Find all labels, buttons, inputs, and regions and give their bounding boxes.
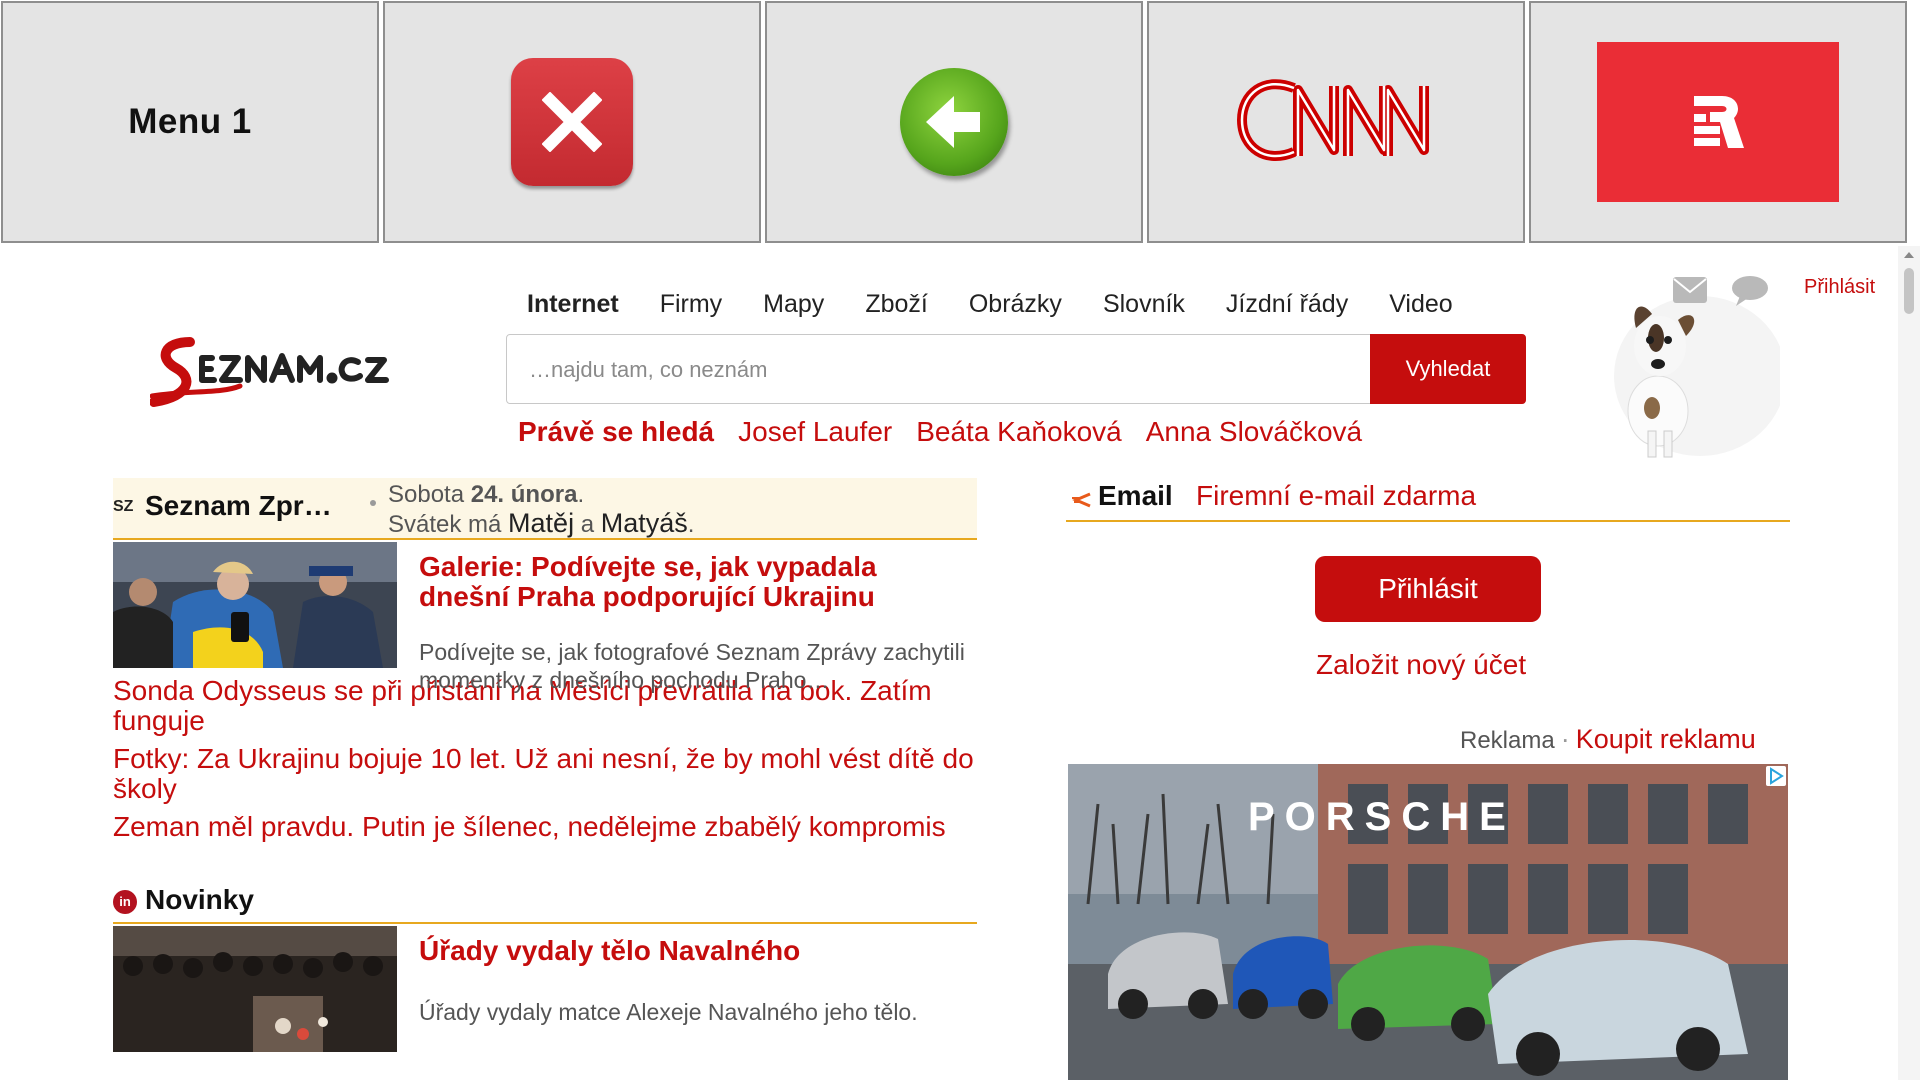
chat-bubble-icon[interactable] [1730,274,1770,313]
news-source-name[interactable]: Seznam Zpr… [145,490,332,522]
nav-item-jizdni-rady[interactable]: Jízdní řády [1226,290,1348,319]
news-headline-link[interactable]: Zeman měl pravdu. Putin je šílenec, nedě… [113,812,977,842]
back-tile[interactable] [765,1,1143,243]
create-account-link[interactable]: Založit nový účet [1316,649,1526,681]
date-nameday: Sobota 24. února. Svátek má Matěj a Maty… [388,480,694,539]
email-section-header: Email Firemní e-mail zdarma [1066,480,1790,522]
scroll-thumb[interactable] [1904,268,1914,314]
nav-item-zbozi[interactable]: Zboží [865,290,928,319]
novinky-article-description: Úřady vydaly matce Alexeje Navalného jeh… [419,999,918,1025]
seznam-homepage: Internet Firmy Mapy Zboží Obrázky Slovní… [0,246,1920,1080]
ct-tile[interactable] [1529,1,1907,243]
business-email-link[interactable]: Firemní e-mail zdarma [1196,480,1476,512]
nameday-name: Matěj [508,508,575,538]
nav-item-mapy[interactable]: Mapy [763,290,824,319]
trending-label: Právě se hledá [518,416,715,447]
mail-icon[interactable] [1672,276,1708,309]
featured-article-title[interactable]: Galerie: Podívejte se, jak vypadala dneš… [419,552,939,612]
trending-link[interactable]: Anna Slováčková [1146,416,1362,448]
novinky-icon: in [113,890,137,914]
email-login-button[interactable]: Přihlásit [1315,556,1541,622]
porsche-wordmark: PORSCHE [1248,795,1516,839]
seznam-logo[interactable] [149,336,468,413]
tile-bar: Menu 1 [0,0,1920,246]
separator-dot [370,500,376,506]
nameday-prefix: Svátek má [388,511,509,538]
date-prefix: Sobota [388,481,471,508]
search-box: Vyhledat [506,334,1526,405]
search-category-nav: Internet Firmy Mapy Zboží Obrázky Slovní… [527,290,1494,319]
date-value: 24. února [470,481,578,508]
menu-tile-label: Menu 1 [128,102,252,141]
porsche-ad-banner[interactable]: PORSCHE [1068,764,1788,1080]
email-arrow-icon [1070,492,1092,513]
novinky-featured-article[interactable]: Úřady vydaly tělo Navalného Úřady vydaly… [113,926,977,1052]
header-login-link[interactable]: Přihlásit [1804,276,1875,299]
menu-tile[interactable]: Menu 1 [1,1,379,243]
svg-text:PORSCHE: PORSCHE [1248,795,1516,839]
search-button[interactable]: Vyhledat [1370,334,1526,404]
novinky-source-name[interactable]: Novinky [145,884,254,916]
featured-article[interactable]: Galerie: Podívejte se, jak vypadala dneš… [113,542,977,693]
nameday-and: a [574,511,601,538]
email-title[interactable]: Email [1098,480,1173,512]
news-feed: SZ Seznam Zpr… Sobota 24. února. Svátek … [113,478,977,1052]
trending-searches: Právě se hledá Josef Laufer Beáta Kaňoko… [518,416,1386,448]
ad-separator: · [1560,724,1570,754]
article-thumbnail-image[interactable] [113,542,397,668]
trending-link[interactable]: Josef Laufer [738,416,892,448]
featured-article-description: Podívejte se, jak fotografové Seznam Zpr… [419,639,965,693]
ceska-televize-logo-icon [1597,42,1839,202]
nav-item-slovnik[interactable]: Slovník [1103,290,1185,319]
close-tile[interactable] [383,1,761,243]
seznam-zpravy-icon: SZ [113,498,134,515]
buy-ad-link[interactable]: Koupit reklamu [1576,724,1756,754]
trending-link[interactable]: Beáta Kaňoková [916,416,1122,448]
scroll-up-icon[interactable] [1904,252,1914,258]
nav-item-firmy[interactable]: Firmy [660,290,722,319]
search-input[interactable] [527,335,1311,405]
nameday-suffix: . [687,511,695,538]
news-headline-link[interactable]: Fotky: Za Ukrajinu bojuje 10 let. Už ani… [113,744,977,804]
ad-choices-icon[interactable] [1766,766,1786,786]
close-icon [511,58,633,186]
article-thumbnail-image[interactable] [113,926,397,1052]
novinky-source-header: in Novinky [113,882,977,924]
cnn-tile[interactable] [1147,1,1525,243]
nav-item-internet[interactable]: Internet [527,290,619,319]
nav-item-obrazky[interactable]: Obrázky [969,290,1062,319]
date-suffix: . [577,481,585,508]
nav-item-video[interactable]: Video [1389,290,1453,319]
news-source-header: SZ Seznam Zpr… Sobota 24. února. Svátek … [113,478,977,540]
cnn-logo-icon [1236,70,1436,175]
back-arrow-icon [900,68,1008,176]
dog-mascot-image [1590,286,1786,471]
ad-label: Reklama [1460,727,1555,754]
ad-header: Reklama · Koupit reklamu [1460,724,1756,755]
novinky-article-title[interactable]: Úřady vydaly tělo Navalného [419,936,939,966]
vertical-scrollbar[interactable] [1898,246,1920,1080]
nameday-name: Matyáš [600,508,688,538]
